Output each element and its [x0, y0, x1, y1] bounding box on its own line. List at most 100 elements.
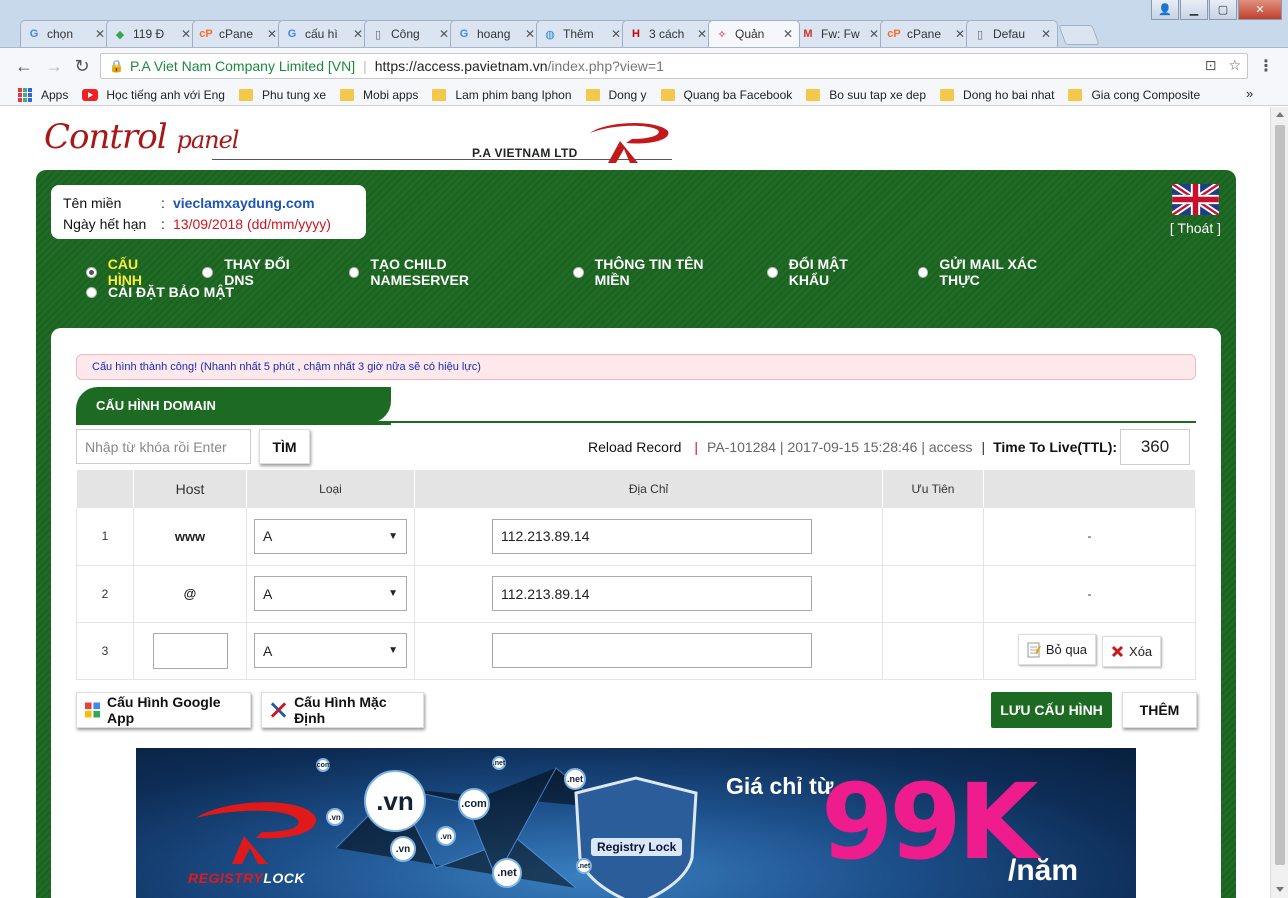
tab-close-icon[interactable]: ✕ [1041, 27, 1051, 41]
tab-label: Fw: Fw [821, 27, 860, 41]
minimize-button[interactable]: ▁ [1180, 0, 1208, 20]
default-config-button[interactable]: Cấu Hình Mặc Định [261, 692, 424, 728]
browser-tab[interactable]: M Fw: Fw ✕ [794, 20, 886, 47]
address-input[interactable] [492, 518, 812, 554]
back-button[interactable]: ← [12, 54, 36, 78]
maximize-button[interactable]: ▢ [1209, 0, 1237, 20]
bookmarks-overflow-icon[interactable]: » [1246, 86, 1260, 101]
record-type-select[interactable]: A ▼ [254, 576, 407, 611]
radio-button[interactable] [917, 266, 929, 278]
host-input[interactable] [152, 632, 228, 669]
tab-close-icon[interactable]: ✕ [95, 27, 105, 41]
tab-close-icon[interactable]: ✕ [611, 27, 621, 41]
browser-tab[interactable]: ▯ Defau ✕ [966, 20, 1058, 47]
radio-button[interactable] [348, 266, 360, 278]
browser-tab[interactable]: ◍ Thêm ✕ [536, 20, 628, 47]
user-icon[interactable]: 👤 [1151, 0, 1179, 20]
dropdown-caret-icon: ▼ [388, 588, 398, 599]
folder-icon [238, 88, 253, 101]
radio-button[interactable] [202, 266, 214, 278]
bookmark-item[interactable]: Lam phim bang Iphon [432, 88, 572, 102]
bookmark-item[interactable]: Bo suu tap xe dep [806, 88, 926, 102]
tab-close-icon[interactable]: ✕ [267, 27, 277, 41]
ttl-input[interactable] [1120, 428, 1191, 465]
translate-icon[interactable]: ⊡ [1205, 57, 1217, 74]
forward-button[interactable]: → [42, 54, 66, 78]
domain-label: Tên miền [63, 194, 122, 211]
add-record-button[interactable]: THÊM [1122, 692, 1197, 728]
search-button[interactable]: TÌM [259, 429, 310, 464]
tab-close-icon[interactable]: ✕ [439, 27, 449, 41]
record-info: Reload Record | PA-101284 | 2017-09-15 1… [588, 428, 1191, 465]
save-config-button[interactable]: LƯU CẤU HÌNH [991, 692, 1112, 728]
delete-button[interactable]: Xóa [1102, 635, 1162, 667]
price-value: 99K [821, 761, 1038, 883]
scroll-down-icon[interactable] [1276, 887, 1284, 892]
reload-button[interactable]: ↻ [70, 54, 94, 78]
bookmark-item[interactable]: Học tiếng anh với Eng [82, 88, 225, 102]
browser-tab[interactable]: Gcấu hì ✕ [278, 20, 370, 47]
menu-option[interactable]: THÔNG TIN TÊN MIỀN [572, 256, 739, 288]
browser-tab[interactable]: ◆ 119 Đ ✕ [106, 20, 198, 47]
search-input[interactable] [76, 429, 251, 464]
uk-flag-icon[interactable] [1172, 184, 1219, 215]
address-bar[interactable]: 🔒 P.A Viet Nam Company Limited [VN] | ht… [100, 53, 1248, 79]
new-tab-button[interactable] [1058, 25, 1100, 45]
radio-button[interactable] [766, 266, 778, 278]
folder-icon [1068, 88, 1083, 101]
radio-button[interactable] [86, 286, 97, 298]
tab-close-icon[interactable]: ✕ [955, 27, 965, 41]
bookmark-item[interactable]: Apps [18, 87, 68, 102]
record-type-select[interactable]: A ▼ [254, 633, 407, 668]
menu-option[interactable]: ĐỔI MẬT KHẨU [766, 256, 890, 288]
bookmark-item[interactable]: Gia cong Composite [1068, 88, 1200, 102]
scroll-up-icon[interactable] [1276, 112, 1284, 117]
menu-option[interactable]: TẠO CHILD NAMESERVER [348, 256, 545, 288]
table-row: 2@A▼- [76, 565, 1196, 623]
cpanel-icon: cP [887, 28, 901, 40]
browser-tab[interactable]: cP cPane ✕ [192, 20, 284, 47]
radio-button[interactable] [572, 266, 584, 278]
bookmark-item[interactable]: Phu tung xe [238, 88, 326, 102]
tab-close-icon[interactable]: ✕ [181, 27, 191, 41]
bookmark-label: Quang ba Facebook [683, 87, 793, 102]
registry-lock-brand: REGISTRYLOCK [188, 870, 305, 886]
close-window-button[interactable]: ✕ [1238, 0, 1282, 20]
vertical-scrollbar[interactable] [1270, 107, 1288, 898]
bookmark-item[interactable]: Dong y [585, 88, 647, 102]
browser-tab[interactable]: H 3 cách ✕ [622, 20, 714, 47]
tab-close-icon[interactable]: ✕ [525, 27, 535, 41]
browser-tab[interactable]: cP cPane ✕ [880, 20, 972, 47]
radio-button[interactable] [86, 266, 97, 278]
browser-tab[interactable]: ▯ Công ✕ [364, 20, 456, 47]
registry-lock-banner[interactable]: .vn .com .net .vn .net .vn .net .com .vn .net REG… [136, 748, 1136, 898]
skip-button[interactable]: Bỏ qua [1017, 634, 1097, 666]
browser-tab[interactable]: ✧ Quản ✕ [708, 20, 800, 47]
record-type-select[interactable]: A ▼ [254, 518, 407, 554]
address-input[interactable] [492, 576, 812, 611]
bookmark-item[interactable]: Dong ho bai nhat [940, 88, 1054, 102]
menu-option[interactable]: CÀI ĐẶT BẢO MẬT [86, 284, 234, 300]
menu-option[interactable]: GỬI MAIL XÁC THỰC [917, 256, 1078, 288]
document-icon: ▯ [976, 28, 984, 41]
logout-link[interactable]: [ Thoát ] [1170, 220, 1221, 236]
bookmark-item[interactable]: Mobi apps [340, 88, 418, 102]
tab-close-icon[interactable]: ✕ [783, 27, 793, 41]
bookmark-star-icon[interactable]: ☆ [1228, 57, 1241, 74]
logo-small-text: panel [176, 126, 239, 154]
domain-bubble: .net [564, 768, 586, 790]
google-app-config-button[interactable]: Cấu Hình Google App [76, 692, 251, 728]
reload-record-link[interactable]: Reload Record [588, 439, 681, 455]
address-input[interactable] [492, 633, 812, 668]
browser-menu-icon[interactable]: ⋮ [1258, 56, 1274, 76]
tab-close-icon[interactable]: ✕ [697, 27, 707, 41]
browser-tab[interactable]: Ghoang ✕ [450, 20, 542, 47]
domain-bubble: .net [576, 858, 592, 874]
tab-close-icon[interactable]: ✕ [869, 27, 879, 41]
folder-icon [806, 88, 821, 101]
domain-bubble: .net [492, 756, 506, 770]
tab-close-icon[interactable]: ✕ [353, 27, 363, 41]
bookmark-item[interactable]: Quang ba Facebook [660, 87, 793, 102]
scrollbar-thumb[interactable] [1275, 125, 1285, 865]
browser-tab[interactable]: Gchọn ✕ [20, 20, 112, 47]
